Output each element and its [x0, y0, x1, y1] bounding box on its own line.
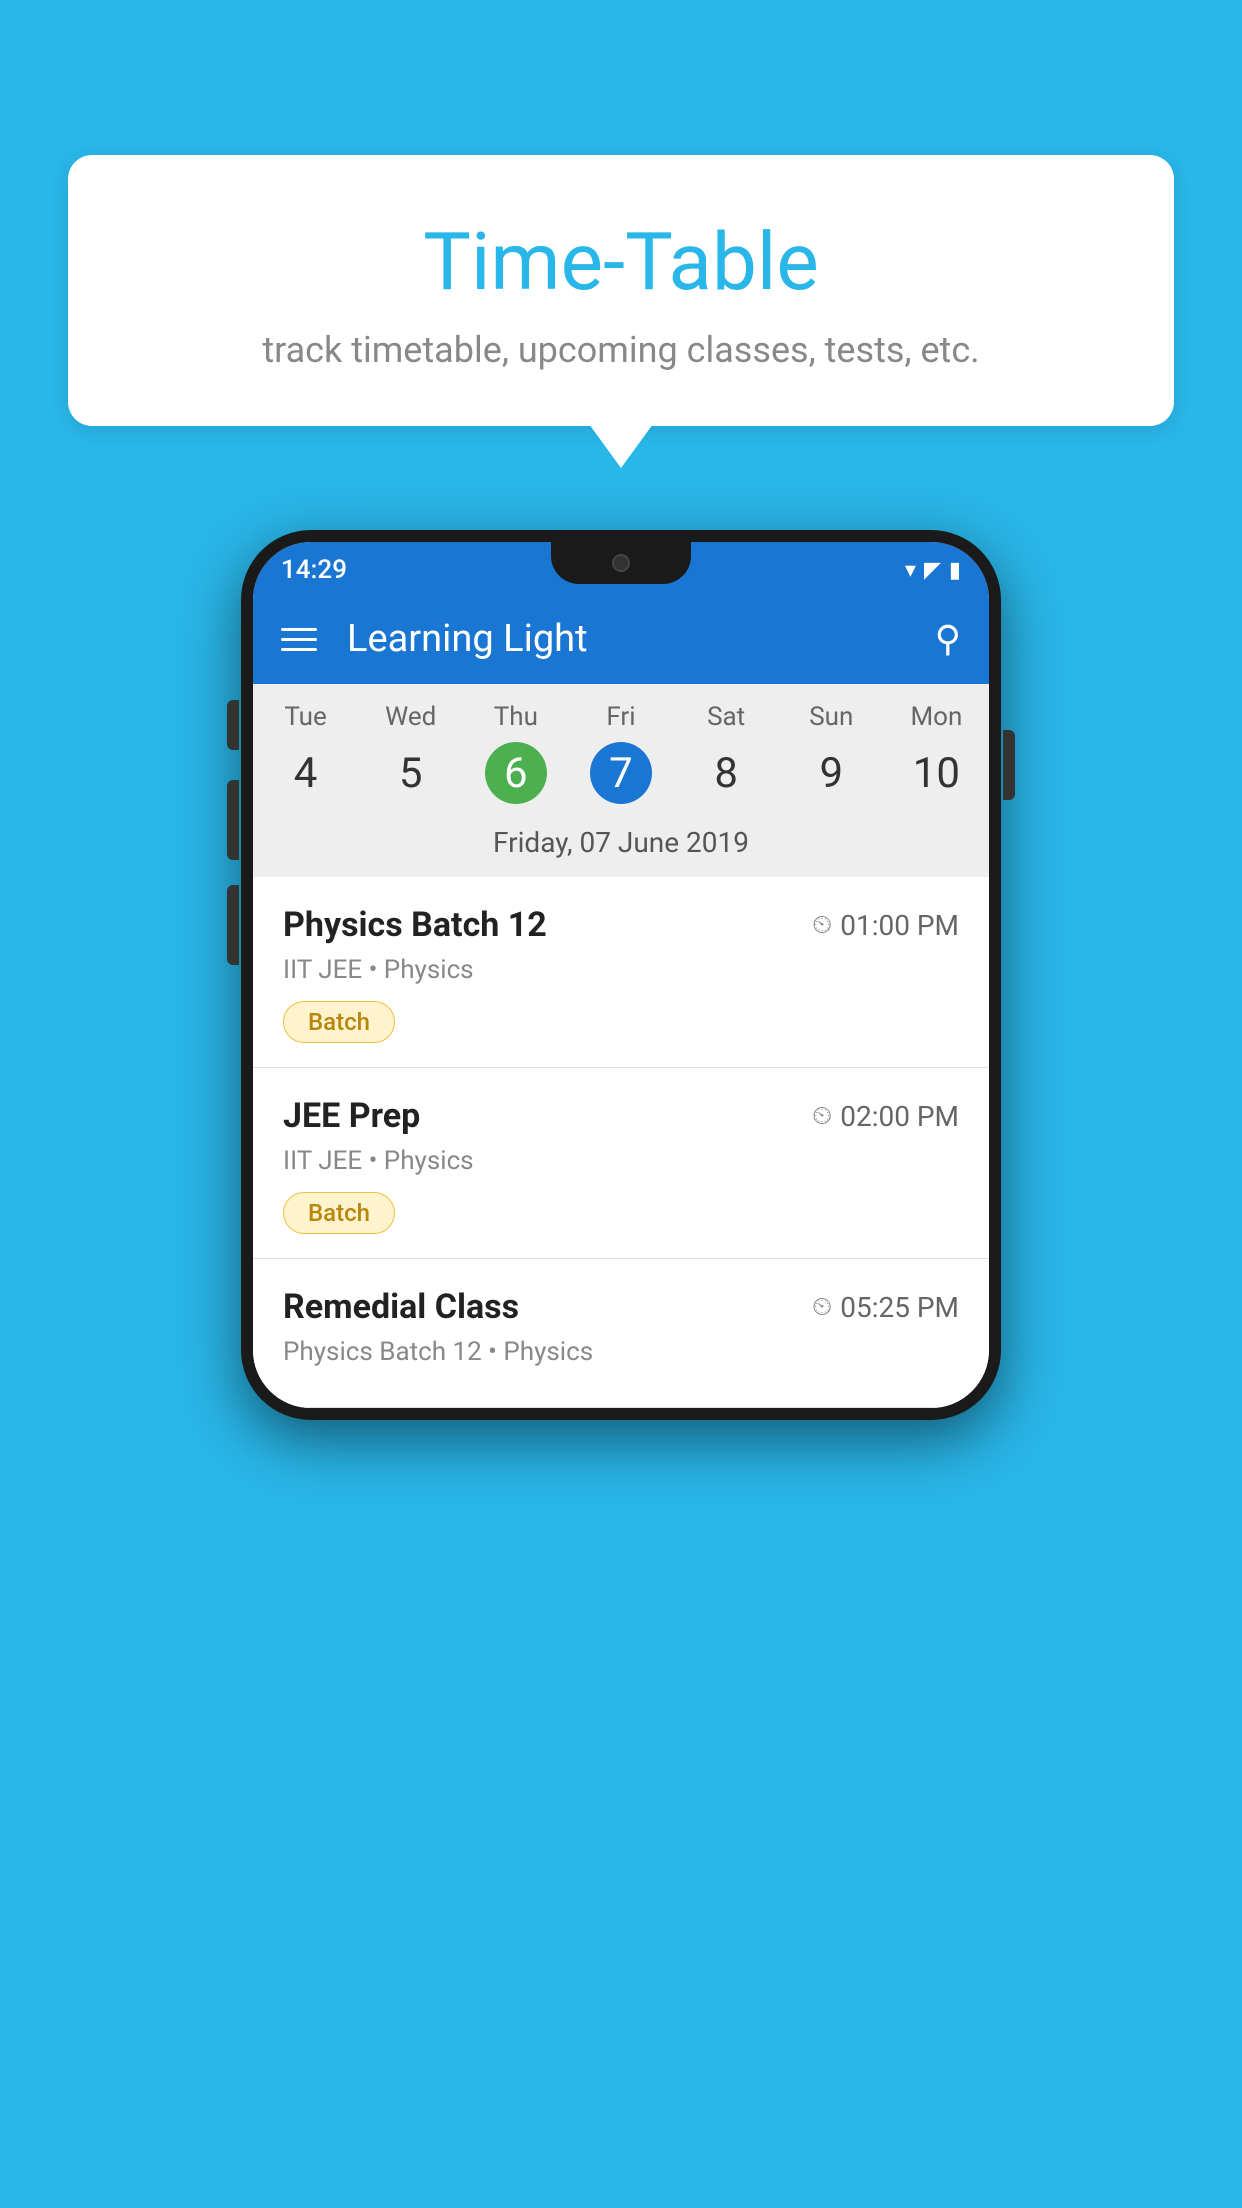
schedule-item-title: JEE Prep: [283, 1096, 420, 1136]
signal-icon: ◤: [924, 558, 941, 583]
day-name-label: Wed: [358, 702, 463, 732]
day-cell-tue[interactable]: Tue 4: [253, 702, 358, 804]
day-number: 8: [695, 742, 757, 804]
wifi-icon: ▾: [905, 558, 916, 583]
app-bar-title: Learning Light: [347, 617, 935, 661]
bubble-subtitle: track timetable, upcoming classes, tests…: [118, 329, 1124, 371]
phone-frame: 14:29 ▾ ◤ ▮ Learning Light ⚲ Tue4We: [241, 530, 1001, 1420]
volume-down-button: [227, 885, 239, 965]
day-name-label: Tue: [253, 702, 358, 732]
bubble-title: Time-Table: [118, 215, 1124, 309]
day-cell-fri[interactable]: Fri 7: [568, 702, 673, 804]
status-time: 14:29: [281, 555, 347, 585]
clock-icon: ⏲: [812, 1101, 832, 1132]
day-number: 5: [380, 742, 442, 804]
day-cell-sat[interactable]: Sat 8: [674, 702, 779, 804]
day-name-label: Mon: [884, 702, 989, 732]
selected-date-label: Friday, 07 June 2019: [253, 812, 989, 877]
day-name-label: Sat: [674, 702, 779, 732]
schedule-item-subtitle: Physics Batch 12 • Physics: [283, 1337, 959, 1367]
clock-icon: ⏲: [812, 910, 832, 941]
day-headers: Tue 4 Wed 5 Thu 6 Fri 7 Sat 8 Sun 9 Mon 10: [253, 684, 989, 812]
power-button: [1003, 730, 1015, 800]
speech-bubble: Time-Table track timetable, upcoming cla…: [68, 155, 1174, 426]
app-bar: Learning Light ⚲: [253, 594, 989, 684]
volume-up-button: [227, 780, 239, 860]
search-button[interactable]: ⚲: [935, 618, 961, 660]
schedule-item-title: Physics Batch 12: [283, 905, 547, 945]
schedule-item-time: ⏲ 02:00 PM: [812, 1100, 959, 1133]
day-name-label: Fri: [568, 702, 673, 732]
day-number: 10: [905, 742, 967, 804]
day-name-label: Sun: [779, 702, 884, 732]
day-name-label: Thu: [463, 702, 568, 732]
phone-notch: [551, 542, 691, 584]
status-icons: ▾ ◤ ▮: [905, 558, 961, 583]
phone-screen: 14:29 ▾ ◤ ▮ Learning Light ⚲ Tue4We: [253, 542, 989, 1408]
schedule-item-0[interactable]: Physics Batch 12 ⏲ 01:00 PM IIT JEE • Ph…: [253, 877, 989, 1068]
day-number: 6: [485, 742, 547, 804]
battery-icon: ▮: [949, 558, 961, 583]
schedule-list: Physics Batch 12 ⏲ 01:00 PM IIT JEE • Ph…: [253, 877, 989, 1408]
day-cell-thu[interactable]: Thu 6: [463, 702, 568, 804]
schedule-item-header: Remedial Class ⏲ 05:25 PM: [283, 1287, 959, 1327]
schedule-item-2[interactable]: Remedial Class ⏲ 05:25 PM Physics Batch …: [253, 1259, 989, 1408]
day-number: 4: [275, 742, 337, 804]
day-cell-wed[interactable]: Wed 5: [358, 702, 463, 804]
schedule-item-title: Remedial Class: [283, 1287, 519, 1327]
schedule-item-subtitle: IIT JEE • Physics: [283, 955, 959, 985]
clock-icon: ⏲: [812, 1292, 832, 1323]
day-number: 7: [590, 742, 652, 804]
calendar-section: Tue 4 Wed 5 Thu 6 Fri 7 Sat 8 Sun 9 Mon 10 Friday, 07…: [253, 684, 989, 877]
batch-tag: Batch: [283, 1001, 395, 1043]
day-cell-sun[interactable]: Sun 9: [779, 702, 884, 804]
schedule-item-subtitle: IIT JEE • Physics: [283, 1146, 959, 1176]
day-number: 9: [800, 742, 862, 804]
hamburger-menu-button[interactable]: [281, 628, 317, 651]
schedule-item-header: JEE Prep ⏲ 02:00 PM: [283, 1096, 959, 1136]
front-camera: [612, 554, 630, 572]
mute-button: [227, 700, 239, 750]
schedule-item-1[interactable]: JEE Prep ⏲ 02:00 PM IIT JEE • Physics Ba…: [253, 1068, 989, 1259]
schedule-item-header: Physics Batch 12 ⏲ 01:00 PM: [283, 905, 959, 945]
day-cell-mon[interactable]: Mon 10: [884, 702, 989, 804]
schedule-item-time: ⏲ 05:25 PM: [812, 1291, 959, 1324]
phone-mockup: 14:29 ▾ ◤ ▮ Learning Light ⚲ Tue4We: [241, 530, 1001, 1420]
batch-tag: Batch: [283, 1192, 395, 1234]
schedule-item-time: ⏲ 01:00 PM: [812, 909, 959, 942]
